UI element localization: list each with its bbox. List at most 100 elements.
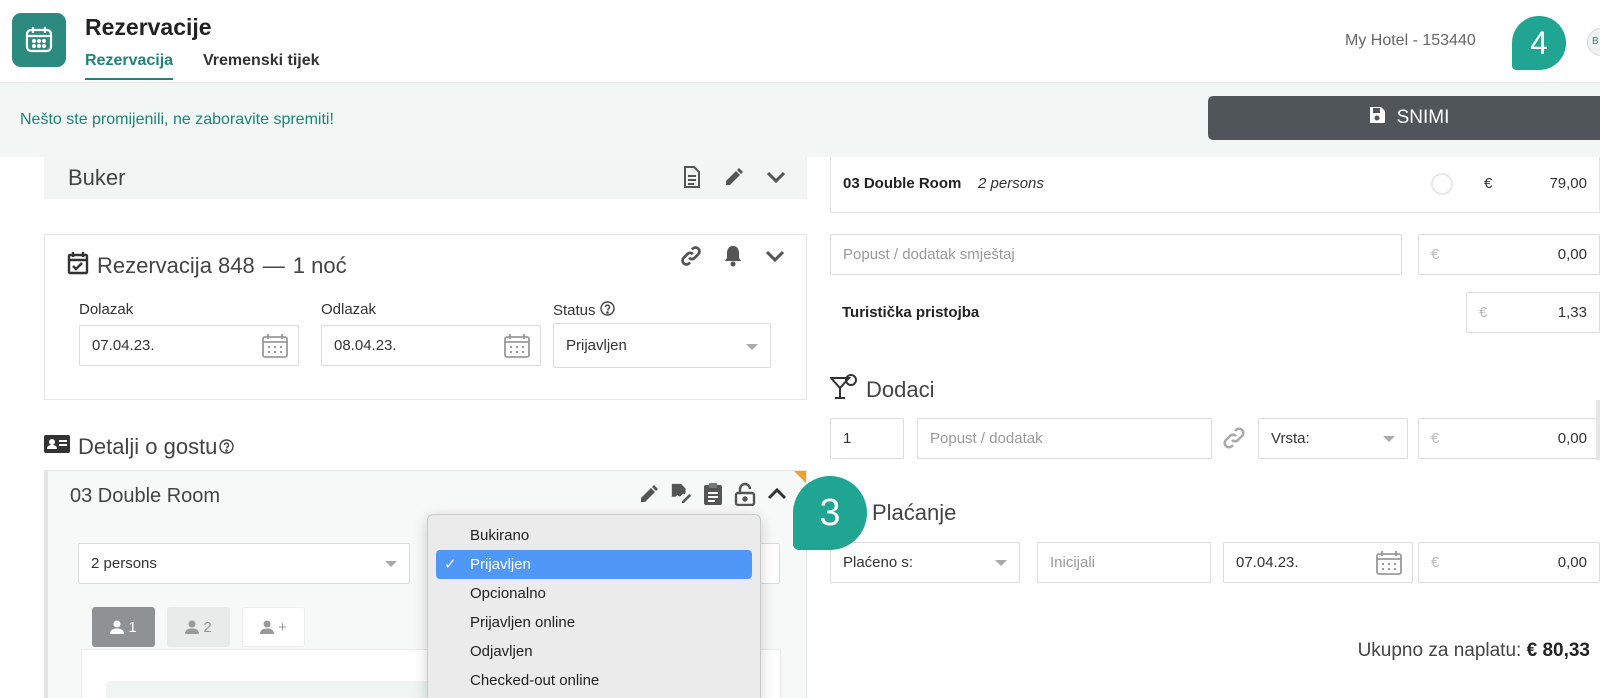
chevron-up-icon[interactable] xyxy=(766,483,788,505)
pencil-icon[interactable] xyxy=(638,483,660,505)
payment-method-label: Plaćeno s: xyxy=(843,554,914,571)
extra-type-select[interactable]: Vrsta: xyxy=(1258,418,1408,459)
status-label: Status xyxy=(553,302,596,319)
status-select[interactable]: Prijavljen xyxy=(553,323,771,368)
payment-method-select[interactable]: Plaćeno s: xyxy=(830,542,1020,583)
step-badge-4: 4 xyxy=(1512,16,1566,70)
departure-date-field[interactable]: 08.04.23. xyxy=(321,325,541,366)
guest-tab-2[interactable]: 2 xyxy=(167,607,230,647)
chevron-down-icon[interactable] xyxy=(764,245,786,267)
room-price-persons: 2 persons xyxy=(978,175,1044,192)
extra-quantity-value: 1 xyxy=(843,430,852,447)
status-dropdown-menu: Bukirano ✓ Prijavljen Opcionalno Prijavl… xyxy=(427,514,761,698)
extra-type-label: Vrsta: xyxy=(1271,430,1310,447)
save-button[interactable]: SNIMI xyxy=(1208,96,1600,140)
avatar[interactable]: B xyxy=(1587,28,1600,56)
payment-amount-value: 0,00 xyxy=(1557,554,1587,571)
status-option-opcionalno[interactable]: Opcionalno xyxy=(436,579,752,608)
checkmark-icon: ✓ xyxy=(444,556,457,573)
page-title: Rezervacije xyxy=(85,14,212,40)
arrival-date-field[interactable]: 07.04.23. xyxy=(79,325,299,366)
sign-document-icon[interactable] xyxy=(670,483,692,505)
room-price-value: 79,00 xyxy=(1549,175,1587,192)
guest-tab-1[interactable]: 1 xyxy=(92,607,155,647)
tab-vremenski-tijek[interactable]: Vremenski tijek xyxy=(203,52,320,70)
extra-amount[interactable]: € 0,00 xyxy=(1418,418,1600,459)
caret-down-icon xyxy=(995,560,1007,566)
payment-header: Plaćanje xyxy=(872,500,956,526)
room-radio-button[interactable] xyxy=(1431,173,1453,195)
persons-select[interactable]: 2 persons xyxy=(78,543,410,584)
corner-indicator xyxy=(794,471,806,483)
payment-initials-placeholder: Inicijali xyxy=(1050,554,1096,571)
guest-tabs: 1 2 + xyxy=(92,607,305,647)
payment-date-field[interactable]: 07.04.23. xyxy=(1223,542,1413,583)
status-option-prijavljen[interactable]: ✓ Prijavljen xyxy=(436,550,752,579)
accommodation-discount-amount[interactable]: € 0,00 xyxy=(1418,234,1600,275)
reservation-nights: 1 noć xyxy=(292,253,347,278)
guest-info-strip xyxy=(106,681,436,698)
accommodation-discount-placeholder: Popust / dodatak smještaj xyxy=(843,246,1015,263)
payment-initials-input[interactable]: Inicijali xyxy=(1037,542,1211,583)
calendar-icon[interactable] xyxy=(1376,551,1402,590)
user-icon xyxy=(185,620,200,634)
extras-header: Dodaci xyxy=(828,374,934,406)
calendar-icon[interactable] xyxy=(504,334,530,373)
total-label: Ukupno za naplatu: xyxy=(1357,640,1522,661)
guest-details-header: Detalji o gostu xyxy=(44,434,235,460)
reservation-title: Rezervacija 848 xyxy=(97,253,255,278)
room-title: 03 Double Room xyxy=(70,485,221,507)
chevron-down-icon[interactable] xyxy=(765,166,787,188)
pencil-icon[interactable] xyxy=(723,166,745,188)
hotel-name[interactable]: My Hotel - 153440 xyxy=(1345,32,1476,50)
user-icon xyxy=(110,620,125,634)
status-select-value: Prijavljen xyxy=(566,337,627,354)
cocktail-icon xyxy=(828,374,858,406)
status-option-checked-out-online[interactable]: Checked-out online xyxy=(436,666,752,695)
unlock-icon[interactable] xyxy=(734,482,756,506)
departure-date-value: 08.04.23. xyxy=(334,337,397,354)
document-icon[interactable] xyxy=(681,166,703,188)
link-icon[interactable] xyxy=(680,245,702,267)
currency-symbol: € xyxy=(1431,246,1440,263)
id-card-icon xyxy=(44,434,70,460)
status-option-bukirano[interactable]: Bukirano xyxy=(436,521,752,550)
departure-label: Odlazak xyxy=(321,301,377,318)
clipboard-icon[interactable] xyxy=(702,483,724,505)
add-guest-label: + xyxy=(278,618,287,636)
caret-down-icon xyxy=(385,561,397,567)
accommodation-discount-input[interactable]: Popust / dodatak smještaj xyxy=(830,234,1402,275)
title-separator: — xyxy=(262,253,285,278)
payment-amount[interactable]: € 0,00 xyxy=(1418,542,1600,583)
currency-symbol: € xyxy=(1479,304,1488,321)
reservation-header: Rezervacija 848 — 1 noć xyxy=(67,251,347,281)
booker-section: Buker xyxy=(44,157,807,199)
caret-down-icon xyxy=(746,344,758,350)
app-header: Rezervacije Rezervacija Vremenski tijek … xyxy=(0,0,1600,83)
tab-rezervacija[interactable]: Rezervacija xyxy=(85,52,174,80)
tourist-tax-value: 1,33 xyxy=(1557,304,1587,321)
help-icon[interactable] xyxy=(219,434,235,460)
unsaved-changes-message: Nešto ste promijenili, ne zaboravite spr… xyxy=(20,111,334,128)
extra-description-input[interactable]: Popust / dodatak xyxy=(917,418,1212,459)
room-price-row: 03 Double Room 2 persons € 79,00 xyxy=(830,157,1600,213)
bell-icon[interactable] xyxy=(722,245,744,267)
extra-amount-value: 0,00 xyxy=(1557,430,1587,447)
step-badge-3: 3 xyxy=(793,476,867,550)
scrollbar[interactable] xyxy=(1596,400,1600,460)
tourist-tax-amount[interactable]: € 1,33 xyxy=(1466,292,1600,333)
arrival-date-value: 07.04.23. xyxy=(92,337,155,354)
calendar-icon[interactable] xyxy=(262,334,288,373)
link-icon[interactable] xyxy=(1222,426,1246,455)
persons-select-value: 2 persons xyxy=(91,555,157,572)
extra-description-placeholder: Popust / dodatak xyxy=(930,430,1043,447)
tourist-tax-label: Turistička pristojba xyxy=(842,304,980,321)
status-option-odjavljen[interactable]: Odjavljen xyxy=(436,637,752,666)
floppy-disk-icon xyxy=(1367,105,1387,131)
payment-date-value: 07.04.23. xyxy=(1236,554,1299,571)
help-icon[interactable] xyxy=(599,301,615,320)
extra-quantity-input[interactable]: 1 xyxy=(830,418,904,459)
add-guest-tab[interactable]: + xyxy=(242,607,305,647)
calendar-app-icon[interactable] xyxy=(12,13,66,67)
status-option-prijavljen-online[interactable]: Prijavljen online xyxy=(436,608,752,637)
